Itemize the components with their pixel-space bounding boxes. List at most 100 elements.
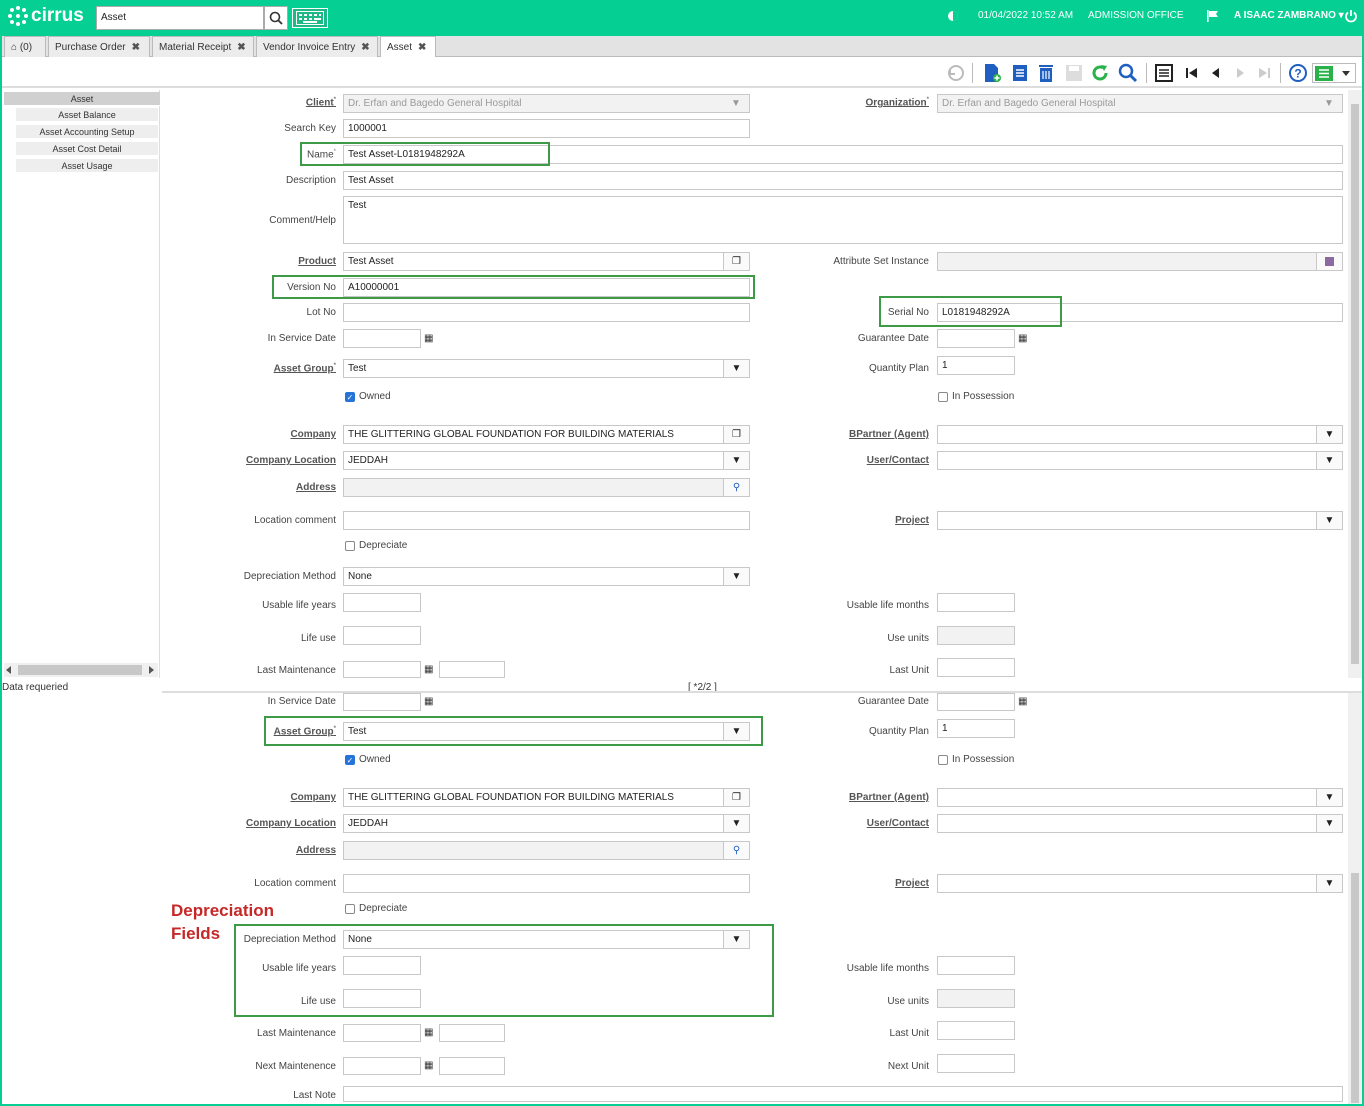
tab-purchase-order[interactable]: Purchase Order ✖ [48, 36, 150, 57]
global-search-input[interactable]: Asset [96, 6, 264, 30]
project-label[interactable]: Project [895, 515, 929, 526]
copy-icon[interactable]: ❐ [723, 426, 749, 443]
project-label[interactable]: Project [895, 878, 929, 889]
calendar-icon[interactable]: ▦ [1018, 696, 1027, 707]
company-label[interactable]: Company [290, 429, 336, 440]
usable-life-months-input[interactable] [937, 593, 1015, 612]
copy-icon[interactable]: ❐ [723, 253, 749, 270]
flag-icon[interactable] [1206, 9, 1220, 23]
calendar-icon[interactable]: ▦ [424, 664, 433, 675]
scrollbar-thumb[interactable] [1351, 873, 1359, 1103]
last-maintenance-time-input[interactable] [439, 1024, 505, 1042]
scrollbar-thumb[interactable] [18, 665, 142, 675]
last-maintenance-time-input[interactable] [439, 661, 505, 678]
previous-record-icon[interactable] [1206, 63, 1226, 83]
chevron-down-icon[interactable]: ▼ [723, 815, 749, 832]
chevron-down-icon[interactable]: ▼ [1316, 815, 1342, 832]
close-icon[interactable]: ✖ [132, 42, 140, 53]
more-actions-button[interactable] [1312, 63, 1356, 83]
bpartner-agent-select[interactable]: ▼ [937, 425, 1343, 444]
depreciation-method-select[interactable]: None ▼ [343, 567, 750, 586]
company-location-select[interactable]: JEDDAH ▼ [343, 451, 750, 470]
client-select[interactable]: Dr. Erfan and Bagedo General Hospital ▼ [343, 94, 750, 113]
owned-checkbox[interactable]: ✓ Owned [345, 754, 391, 765]
help-icon[interactable]: ? [1288, 63, 1308, 83]
nav-item-asset-usage[interactable]: Asset Usage [16, 159, 158, 173]
organization-label[interactable]: Organization* [866, 97, 929, 108]
calendar-icon[interactable]: ▦ [424, 696, 433, 707]
in-service-date-input[interactable] [343, 693, 421, 711]
last-maintenance-date-input[interactable] [343, 1024, 421, 1042]
company-location-label[interactable]: Company Location [246, 818, 336, 829]
grid-toggle-icon[interactable] [1154, 63, 1174, 83]
chevron-right-icon[interactable] [148, 666, 154, 674]
company-location-select[interactable]: JEDDAH ▼ [343, 814, 750, 833]
asset-group-select[interactable]: Test ▼ [343, 359, 750, 378]
last-unit-input[interactable] [937, 1021, 1015, 1040]
form-scrollbar-upper[interactable] [1348, 90, 1362, 678]
calendar-icon[interactable]: ▦ [424, 1027, 433, 1038]
chevron-down-icon[interactable]: ▼ [1316, 789, 1342, 806]
copy-icon[interactable]: ❐ [723, 789, 749, 806]
company-label[interactable]: Company [290, 792, 336, 803]
address-field[interactable]: ⚲ [343, 478, 750, 497]
delete-icon[interactable] [1036, 63, 1056, 83]
in-possession-checkbox[interactable]: In Possession [938, 754, 1014, 765]
chevron-down-icon[interactable]: ▼ [723, 568, 749, 585]
save-icon[interactable] [1064, 63, 1084, 83]
keyboard-button[interactable] [292, 8, 328, 28]
project-select[interactable]: ▼ [937, 874, 1343, 893]
in-possession-checkbox[interactable]: In Possession [938, 391, 1014, 402]
usable-life-years-input[interactable] [343, 593, 421, 612]
quantity-plan-input[interactable]: 1 [937, 719, 1015, 738]
cirrus-logo[interactable]: cirrus [8, 5, 84, 27]
user-contact-label[interactable]: User/Contact [867, 818, 929, 829]
guarantee-date-input[interactable] [937, 693, 1015, 711]
client-label[interactable]: Client* [306, 97, 336, 108]
attribute-set-instance-field[interactable] [937, 252, 1343, 271]
form-scrollbar-lower[interactable] [1348, 693, 1362, 1105]
life-use-input[interactable] [343, 626, 421, 645]
scrollbar-thumb[interactable] [1351, 104, 1359, 664]
next-unit-input[interactable] [937, 1054, 1015, 1073]
user-contact-select[interactable]: ▼ [937, 451, 1343, 470]
guarantee-date-input[interactable] [937, 329, 1015, 348]
user-contact-label[interactable]: User/Contact [867, 455, 929, 466]
last-maintenance-date-input[interactable] [343, 661, 421, 678]
last-record-icon[interactable] [1254, 63, 1274, 83]
next-maintenance-time-input[interactable] [439, 1057, 505, 1075]
tab-vendor-invoice-entry[interactable]: Vendor Invoice Entry ✖ [256, 36, 378, 57]
copy-record-icon[interactable] [1010, 63, 1030, 83]
chevron-left-icon[interactable] [6, 666, 12, 674]
use-units-input[interactable] [937, 626, 1015, 645]
nav-item-asset-balance[interactable]: Asset Balance [16, 108, 158, 122]
user-contact-select[interactable]: ▼ [937, 814, 1343, 833]
project-select[interactable]: ▼ [937, 511, 1343, 530]
tab-material-receipt[interactable]: Material Receipt ✖ [152, 36, 254, 57]
owned-checkbox[interactable]: ✓ Owned [345, 391, 391, 402]
organization-select[interactable]: Dr. Erfan and Bagedo General Hospital ▼ [937, 94, 1343, 113]
undo-icon[interactable] [946, 63, 966, 83]
company-search-field[interactable]: THE GLITTERING GLOBAL FOUNDATION FOR BUI… [343, 788, 750, 807]
asset-group-label[interactable]: Asset Group* [274, 363, 336, 374]
close-icon[interactable]: ✖ [418, 42, 426, 53]
user-menu[interactable]: A ISAAC ZAMBRANO ▾ [1234, 10, 1344, 21]
close-icon[interactable]: ✖ [361, 42, 369, 53]
tab-asset[interactable]: Asset ✖ [380, 36, 436, 58]
find-icon[interactable] [1118, 63, 1138, 83]
chevron-down-icon[interactable]: ▼ [723, 360, 749, 377]
address-label[interactable]: Address [296, 482, 336, 493]
calendar-icon[interactable]: ▦ [424, 333, 433, 344]
chevron-down-icon[interactable]: ▼ [1316, 452, 1342, 469]
product-search-field[interactable]: Test Asset ❐ [343, 252, 750, 271]
company-search-field[interactable]: THE GLITTERING GLOBAL FOUNDATION FOR BUI… [343, 425, 750, 444]
last-note-input[interactable] [343, 1086, 1343, 1102]
calendar-icon[interactable]: ▦ [424, 1060, 433, 1071]
chevron-down-icon[interactable]: ▼ [1316, 875, 1342, 892]
address-label[interactable]: Address [296, 845, 336, 856]
address-field[interactable]: ⚲ [343, 841, 750, 860]
calendar-icon[interactable]: ▦ [1018, 333, 1027, 344]
search-key-input[interactable]: 1000001 [343, 119, 750, 138]
usable-life-months-input[interactable] [937, 956, 1015, 975]
use-units-input[interactable] [937, 989, 1015, 1008]
